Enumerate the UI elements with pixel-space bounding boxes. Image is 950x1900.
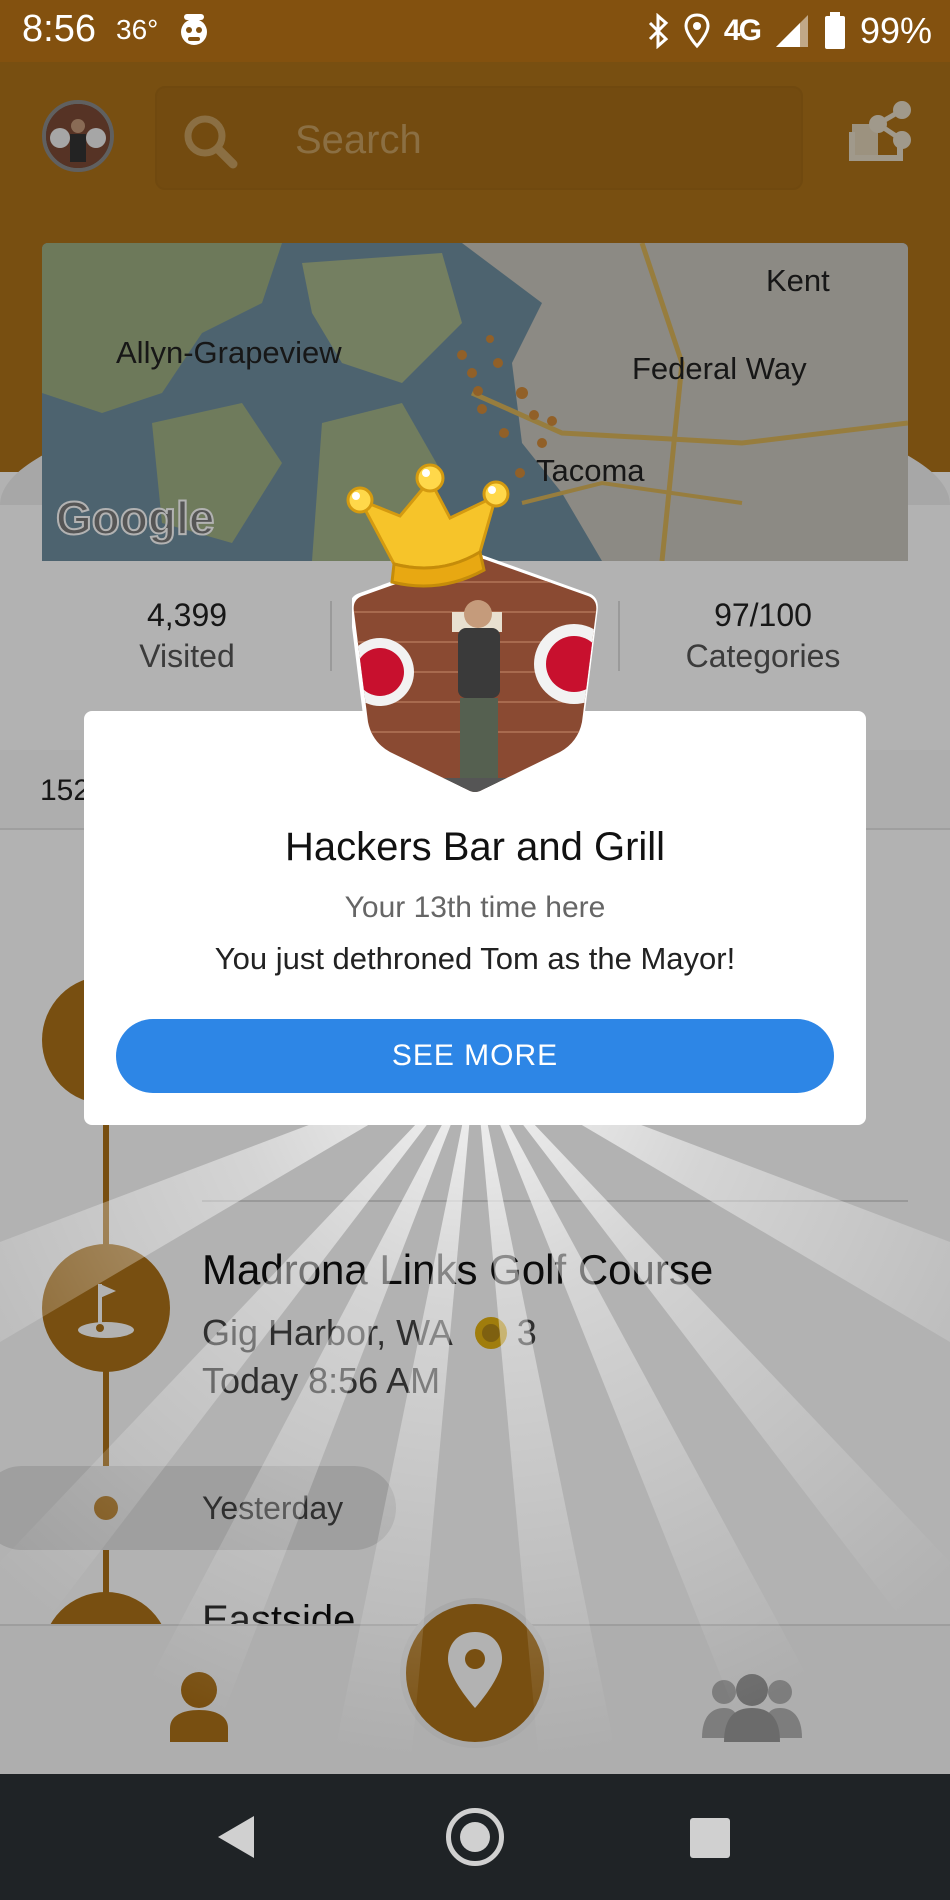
crown-icon xyxy=(346,463,510,588)
checkin-location-text: Gig Harbor, WA xyxy=(202,1312,453,1353)
status-time: 8:56 xyxy=(22,8,96,50)
signal-icon xyxy=(775,15,808,47)
android-nav-bar xyxy=(0,1774,950,1900)
stat-categories[interactable]: 97/100 Categories xyxy=(618,597,908,675)
checkin-time: Today 8:56 AM xyxy=(202,1360,441,1401)
profile-icon[interactable] xyxy=(168,1670,230,1742)
see-more-button[interactable]: SEE MORE xyxy=(116,1019,834,1093)
checkin-pin-icon xyxy=(448,1632,502,1708)
stat-visited[interactable]: 4,399 Visited xyxy=(42,597,332,675)
dialog-visit-count: Your 13th time here xyxy=(344,891,606,924)
status-bar: 8:56 36° 4G 99% xyxy=(0,0,950,62)
map-label-allyn: Allyn-Grapeview xyxy=(116,335,342,370)
stat-divider xyxy=(330,601,332,671)
checkin-icon-golf xyxy=(42,1244,170,1372)
search-icon xyxy=(184,115,238,169)
checkin-coins: 3 xyxy=(516,1312,537,1353)
visited-count: 4,399 xyxy=(146,597,228,633)
battery-icon xyxy=(824,12,845,49)
avatar[interactable] xyxy=(42,100,114,172)
share-icon[interactable] xyxy=(848,98,914,164)
categories-label: Categories xyxy=(685,638,841,674)
row-divider xyxy=(202,1200,908,1202)
home-icon-inner xyxy=(460,1822,490,1852)
avatar-image xyxy=(46,104,110,168)
dialog-mayor-message: You just dethroned Tom as the Mayor! xyxy=(214,941,736,976)
map-label-kent: Kent xyxy=(766,263,830,298)
status-temperature: 36° xyxy=(116,14,159,45)
status-right: 4G 99% xyxy=(646,8,932,54)
friends-icon[interactable] xyxy=(700,1672,804,1742)
search-input[interactable] xyxy=(295,116,775,164)
bottom-nav xyxy=(0,1598,950,1774)
visited-label: Visited xyxy=(139,638,235,674)
dialog-venue-title: Hackers Bar and Grill xyxy=(284,825,666,869)
coin-icon xyxy=(474,1317,507,1349)
checkin-button[interactable] xyxy=(400,1598,550,1748)
checkin-location: Gig Harbor, WA 3 xyxy=(202,1312,537,1354)
weather-icon xyxy=(181,14,207,45)
map-label-federal-way: Federal Way xyxy=(632,351,807,386)
google-logo: Google xyxy=(55,491,215,545)
golf-flag-icon xyxy=(78,1284,134,1338)
checkins-count: 152 xyxy=(40,774,91,807)
home-icon[interactable] xyxy=(446,1808,504,1866)
map-label-tacoma: Tacoma xyxy=(536,453,645,488)
location-icon xyxy=(684,13,710,49)
bluetooth-icon xyxy=(648,13,669,49)
battery-level: 99% xyxy=(859,10,932,51)
search-bar[interactable] xyxy=(155,86,803,190)
back-icon[interactable] xyxy=(214,1814,258,1860)
section-header-yesterday: Yesterday xyxy=(202,1490,344,1526)
network-indicator: 4G xyxy=(723,14,762,47)
categories-count: 97/100 xyxy=(714,597,812,633)
recents-icon[interactable] xyxy=(690,1818,730,1858)
checkin-venue-name[interactable]: Madrona Links Golf Course xyxy=(202,1246,713,1294)
timeline-dot xyxy=(94,1496,118,1520)
